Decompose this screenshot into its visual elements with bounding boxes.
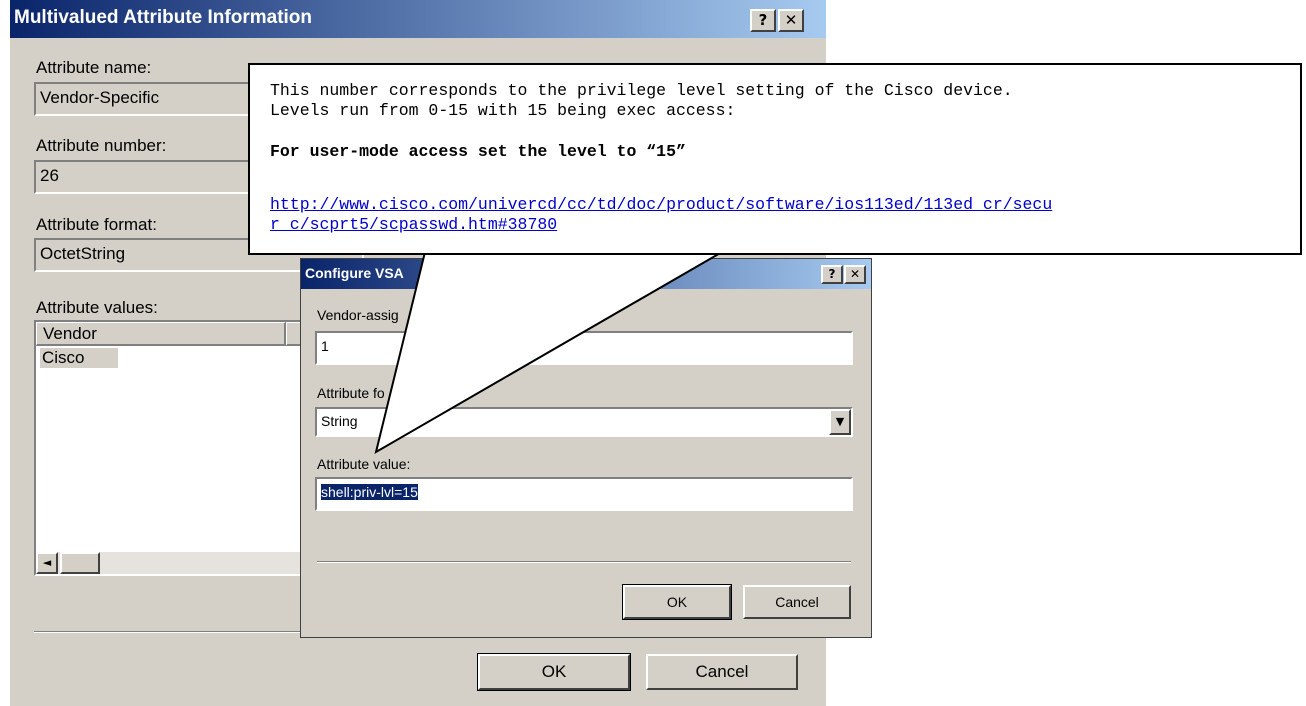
- callout-line-2: Levels run from 0-15 with 15 being exec …: [270, 101, 736, 120]
- callout-box: This number corresponds to the privilege…: [248, 63, 1302, 255]
- callout-link-line-2[interactable]: r_c/scprt5/scpasswd.htm#38780: [270, 215, 557, 234]
- callout-line-1: This number corresponds to the privilege…: [270, 81, 1013, 100]
- callout-bold-line: For user-mode access set the level to “1…: [270, 142, 686, 161]
- callout-link-line-1[interactable]: http://www.cisco.com/univercd/cc/td/doc/…: [270, 195, 1052, 214]
